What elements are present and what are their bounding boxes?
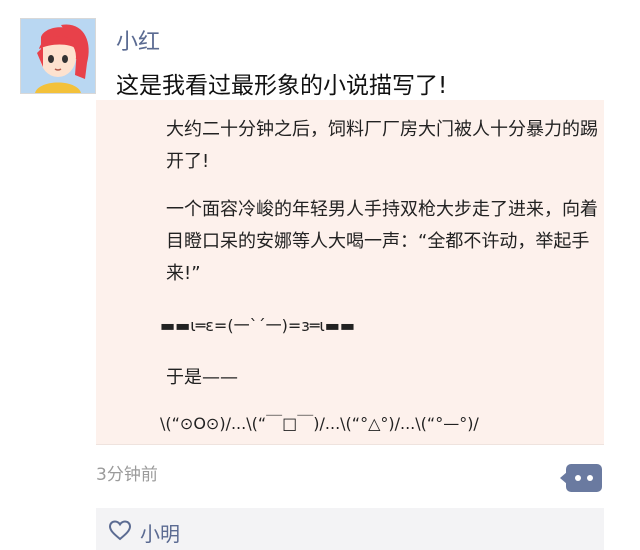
post-text: 这是我看过最形象的小说描写了!: [116, 73, 448, 99]
image-reaction-line: \(“⊙O⊙)/...\(“￣□￣)/...\(“°△°)/...\(“°—°)…: [160, 414, 479, 433]
image-emoticon: ▬▬ι═ε=(一`´一)=з═ι▬▬: [160, 316, 356, 335]
post-image[interactable]: 大约二十分钟之后，饲料厂厂房大门被人十分暴力的踢开了! 一个面容冷峻的年轻男人手…: [96, 100, 604, 445]
post-author-name[interactable]: 小红: [116, 24, 160, 56]
likes-bar: 小明: [96, 508, 604, 550]
avatar[interactable]: [20, 18, 96, 94]
post-timestamp: 3分钟前: [96, 465, 158, 485]
image-paragraph: 大约二十分钟之后，饲料厂厂房大门被人十分暴力的踢开了!: [166, 119, 598, 172]
comment-button[interactable]: [560, 464, 602, 492]
image-paragraph: 一个面容冷峻的年轻男人手持双枪大步走了进来，向着目瞪口呆的安娜等人大喝一声：“全…: [166, 199, 598, 284]
heart-icon: [108, 520, 132, 541]
avatar-illustration: [21, 19, 95, 93]
comment-icon: [560, 472, 567, 484]
image-paragraph: 于是——: [166, 367, 238, 388]
liker-name[interactable]: 小明: [140, 518, 180, 547]
